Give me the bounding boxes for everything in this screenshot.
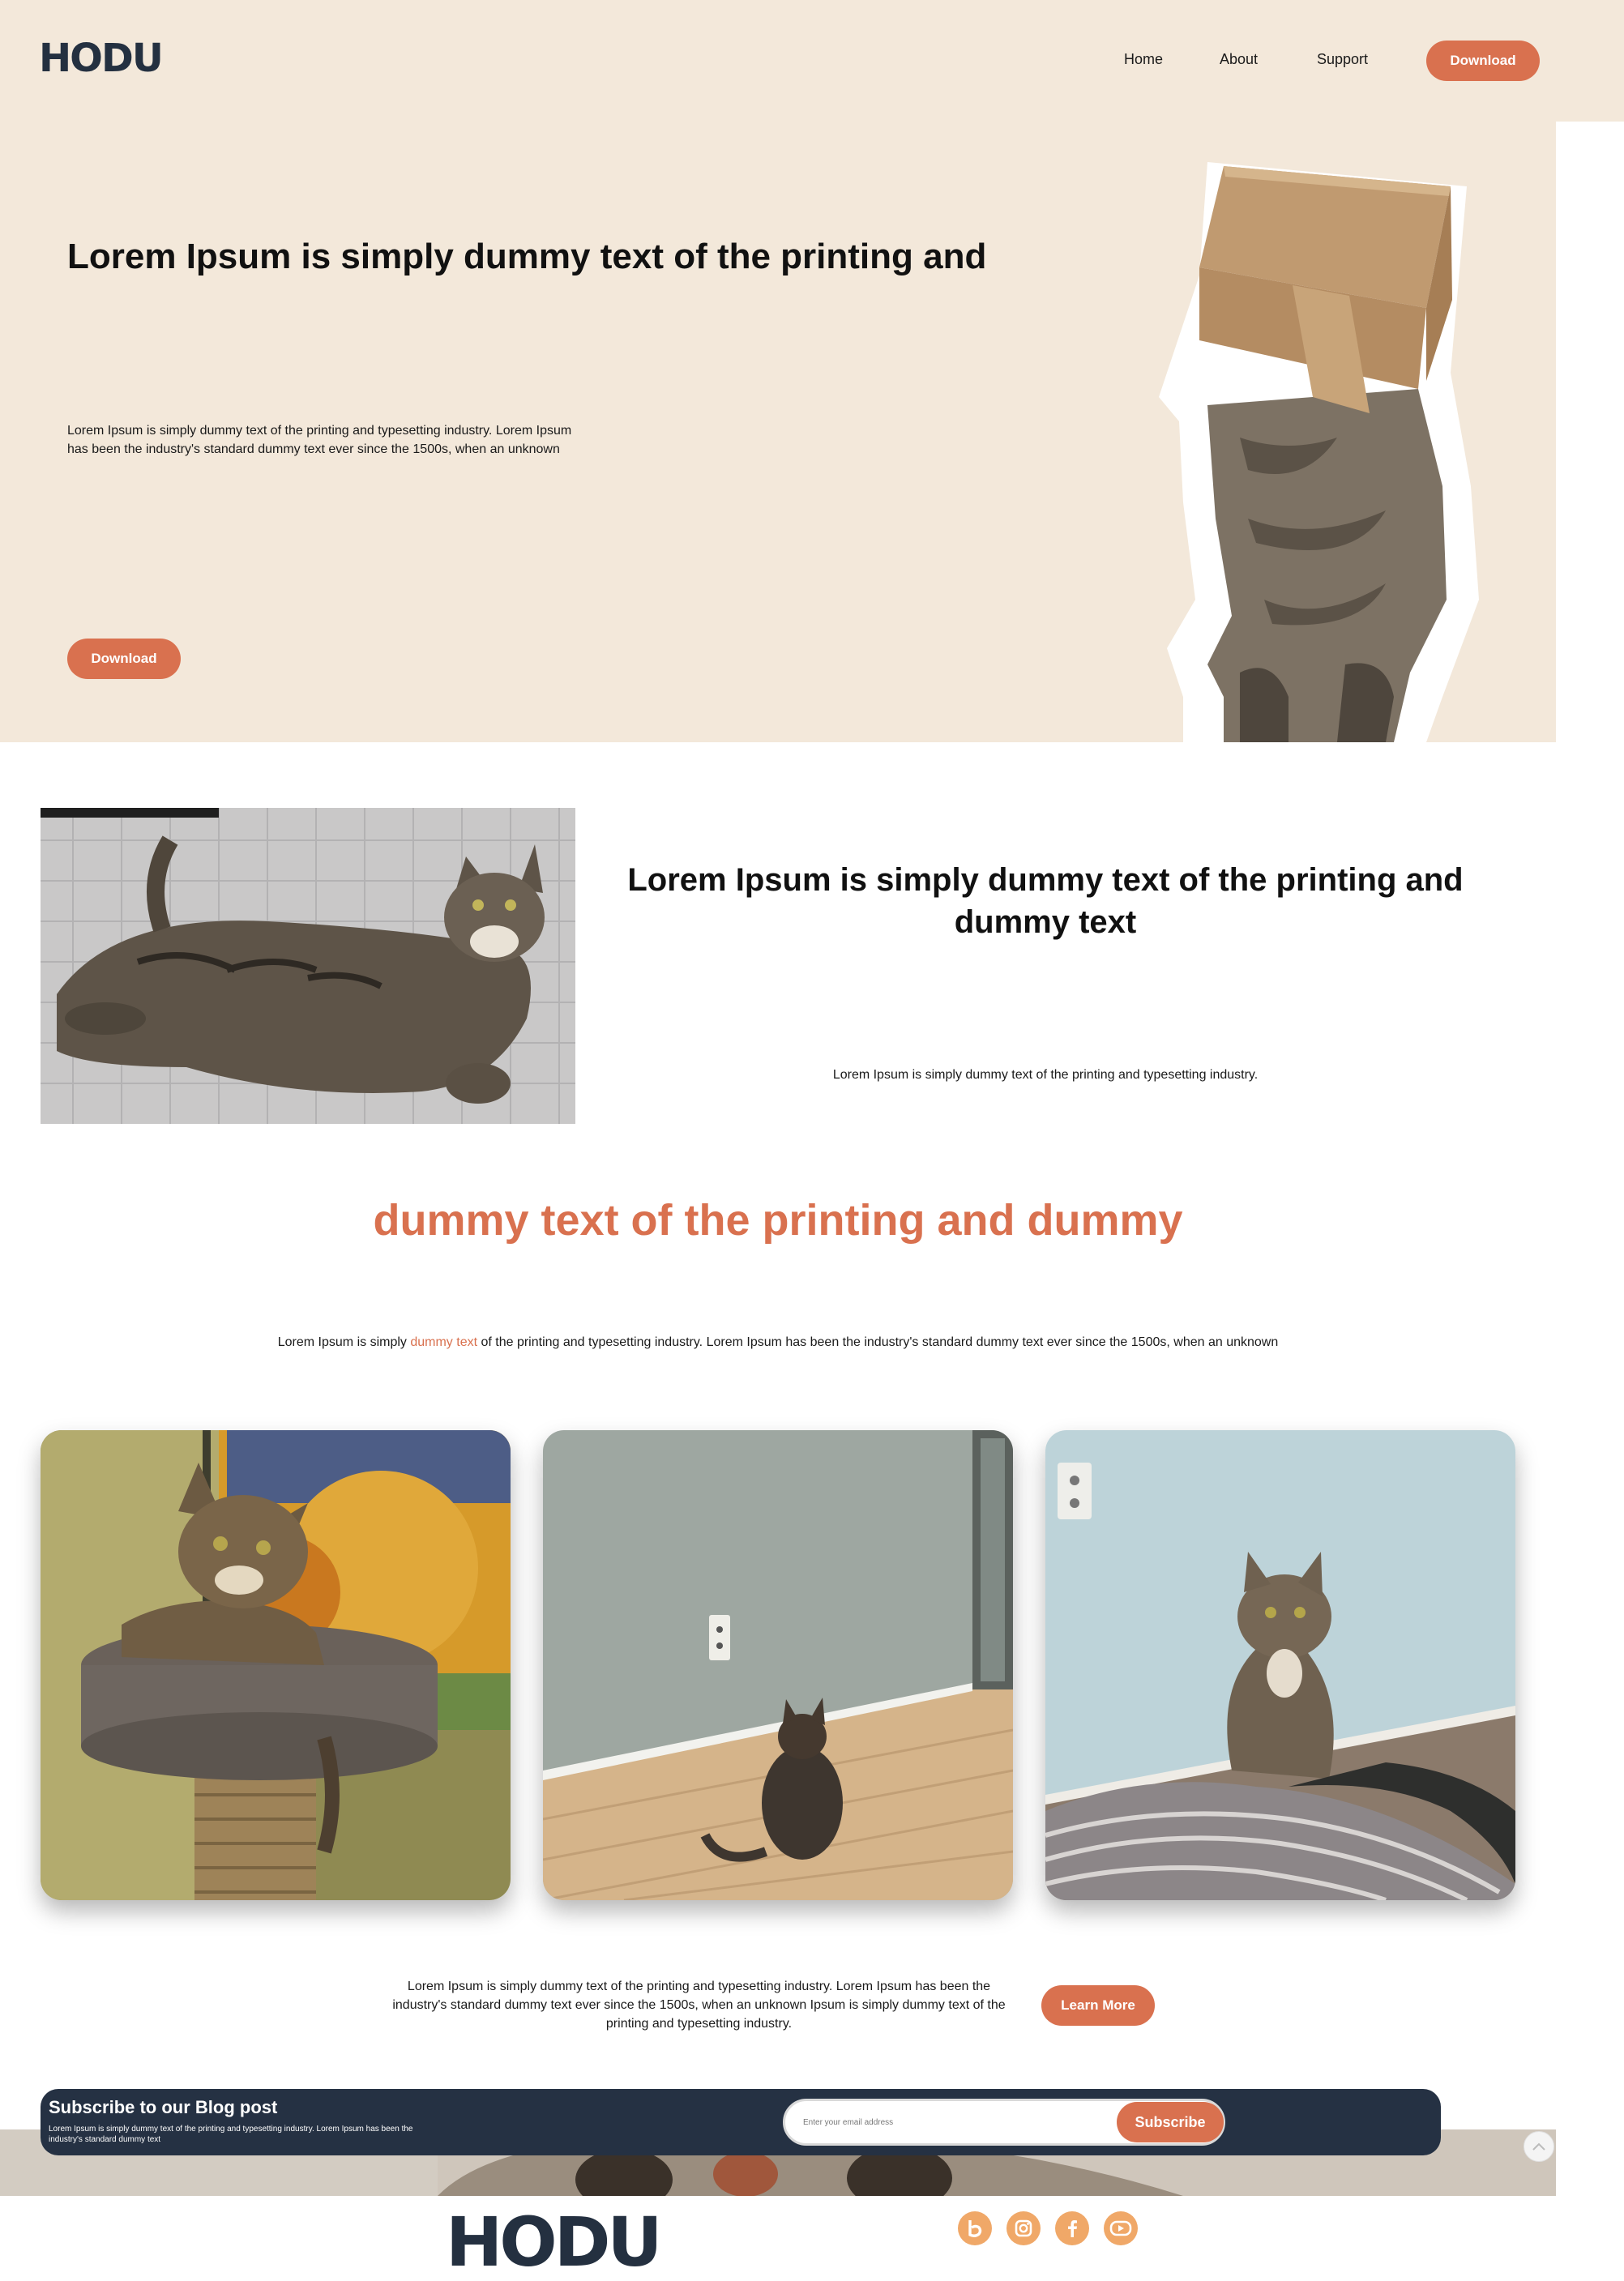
- hero-header-strip: [1556, 0, 1624, 122]
- learn-more-button[interactable]: Learn More: [1041, 1985, 1155, 2026]
- subscribe-body: Lorem Ipsum is simply dummy text of the …: [49, 2125, 413, 2144]
- gallery-body-start: Lorem Ipsum is simply: [277, 1335, 411, 1349]
- hero-download-button[interactable]: Download: [67, 639, 181, 679]
- chevron-up-icon: [1532, 2142, 1545, 2151]
- footer-logo[interactable]: HODU: [446, 2202, 663, 2281]
- gallery-cat-blanket-image: [1045, 1430, 1515, 1900]
- subscribe-title: Subscribe to our Blog post: [49, 2097, 278, 2117]
- gallery-body: Lorem Ipsum is simply dummy text of the …: [0, 1335, 1556, 1350]
- header-download-button[interactable]: Download: [1426, 41, 1540, 81]
- feature-title: Lorem Ipsum is simply dummy text of the …: [627, 862, 1464, 940]
- subscribe-button[interactable]: Subscribe: [1117, 2102, 1224, 2142]
- gallery-cat-tower-image: [41, 1430, 511, 1900]
- nav-support[interactable]: Support: [1317, 51, 1368, 68]
- gallery-body-accent: dummy text: [410, 1335, 478, 1349]
- gallery-title: dummy text of the printing and dummy: [373, 1196, 1183, 1245]
- nav-home[interactable]: Home: [1124, 51, 1163, 68]
- feature-cat-bed-image: [41, 808, 575, 1124]
- nav-about[interactable]: About: [1220, 51, 1258, 68]
- scroll-to-top-button[interactable]: [1524, 2131, 1554, 2162]
- logo[interactable]: HODU: [39, 36, 164, 81]
- hero-cat-box-image: [1159, 162, 1479, 742]
- youtube-icon[interactable]: [1104, 2211, 1138, 2245]
- hero-body: Lorem Ipsum is simply dummy text of the …: [67, 424, 572, 456]
- gallery-body-end: of the printing and typesetting industry…: [477, 1335, 1279, 1349]
- feature-body: Lorem Ipsum is simply dummy text of the …: [832, 1068, 1259, 1082]
- gallery-cat-wall-image: [543, 1430, 1013, 1900]
- learn-more-text: Lorem Ipsum is simply dummy text of the …: [392, 1980, 1006, 2031]
- hero-title: Lorem Ipsum is simply dummy text of the …: [67, 237, 987, 276]
- instagram-icon[interactable]: [1006, 2211, 1041, 2245]
- email-input[interactable]: [803, 2101, 1079, 2143]
- facebook-icon[interactable]: [1055, 2211, 1089, 2245]
- gallery-card-1[interactable]: [41, 1430, 511, 1900]
- blog-icon[interactable]: [958, 2211, 992, 2245]
- gallery-card-2[interactable]: [543, 1430, 1013, 1900]
- gallery-card-3[interactable]: [1045, 1430, 1515, 1900]
